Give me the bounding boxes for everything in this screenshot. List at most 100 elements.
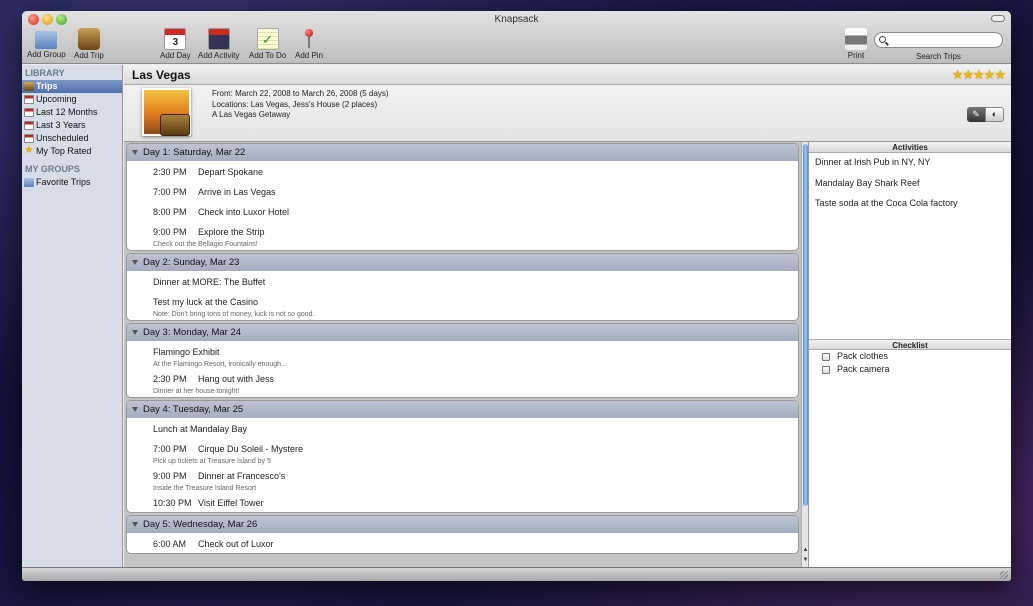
- sidebar-item-my-top-rated[interactable]: ★ My Top Rated: [22, 145, 122, 158]
- checklist-header: Checklist: [809, 339, 1011, 350]
- folder-icon: [35, 31, 58, 49]
- event-note: Inside the Treasure Island Resort: [153, 485, 257, 492]
- activity-item[interactable]: Mandalay Bay Shark Reef: [809, 174, 1011, 195]
- calendar-icon: [24, 134, 34, 143]
- add-group-label: Add Group: [27, 50, 66, 59]
- day-header[interactable]: Day 5: Wednesday, Mar 26: [127, 516, 798, 533]
- add-activity-button[interactable]: Add Activity: [198, 28, 239, 60]
- list-item[interactable]: Flamingo Exhibit At the Flamingo Resort, …: [127, 341, 798, 368]
- calendar-icon: 3: [164, 28, 187, 50]
- print-button[interactable]: Print: [845, 28, 867, 60]
- list-item[interactable]: Lunch at Mandalay Bay: [127, 418, 798, 438]
- sidebar: LIBRARY Trips Upcoming Last 12 Months La…: [22, 65, 123, 567]
- trip-dates: From: March 22, 2008 to March 26, 2008 (…: [212, 89, 389, 98]
- checklist-label: Pack camera: [837, 364, 890, 374]
- side-panel: Activities Dinner at Irish Pub in NY, NY…: [808, 142, 1011, 567]
- calendar-icon: [24, 121, 34, 130]
- event-time: 10:30 PM: [153, 498, 192, 508]
- activity-item[interactable]: Dinner at Irish Pub in NY, NY: [809, 153, 1011, 174]
- activity-calendar-icon: [207, 28, 230, 50]
- event-time: 9:00 PM: [153, 227, 187, 237]
- print-label: Print: [847, 51, 865, 60]
- day-section: Day 2: Sunday, Mar 23 Dinner at MORE: Th…: [126, 253, 799, 321]
- list-item[interactable]: Dinner at MORE: The Buffet: [127, 271, 798, 291]
- checklist-item[interactable]: Pack clothes: [809, 350, 1011, 363]
- disclosure-triangle-icon[interactable]: [132, 330, 138, 335]
- pencil-icon[interactable]: ✎: [967, 107, 985, 122]
- trip-title[interactable]: Las Vegas: [132, 68, 191, 82]
- add-trip-button[interactable]: Add Trip: [74, 28, 104, 60]
- checklist-item[interactable]: Pack camera: [809, 363, 1011, 376]
- list-item[interactable]: 2:30 PM Depart Spokane: [127, 161, 798, 181]
- checkbox[interactable]: [822, 353, 830, 361]
- sidebar-item-last-3-years[interactable]: Last 3 Years: [22, 119, 122, 132]
- sidebar-item-label: My Top Rated: [36, 146, 92, 156]
- day-header-label: Day 5: Wednesday, Mar 26: [143, 519, 258, 530]
- sidebar-item-label: Upcoming: [36, 94, 77, 104]
- list-item[interactable]: 10:30 PM Visit Eiffel Tower: [127, 492, 798, 512]
- list-item[interactable]: 9:00 PM Explore the Strip Check out the Be…: [127, 221, 798, 250]
- list-item[interactable]: 2:30 PM Hang out with Jess Dinner at her h…: [127, 368, 798, 397]
- sidebar-item-upcoming[interactable]: Upcoming: [22, 93, 122, 106]
- rating-stars[interactable]: ★★★★★: [952, 67, 1006, 83]
- sidebar-item-trips[interactable]: Trips: [22, 80, 122, 93]
- suitcase-icon: [77, 28, 100, 50]
- event-name: Check into Luxor Hotel: [198, 207, 290, 217]
- days-list: Day 1: Saturday, Mar 22 2:30 PM Depart Sp…: [124, 142, 801, 567]
- sidebar-item-last-12-months[interactable]: Last 12 Months: [22, 106, 122, 119]
- search-icon: [879, 36, 886, 43]
- suitcase-icon: [24, 82, 34, 91]
- search-input[interactable]: [874, 32, 1003, 48]
- add-todo-button[interactable]: ✓ Add To Do: [249, 28, 286, 60]
- event-time: 2:30 PM: [153, 167, 187, 177]
- disclosure-triangle-icon[interactable]: [132, 150, 138, 155]
- add-day-label: Add Day: [160, 51, 191, 60]
- globe-icon[interactable]: ◐: [985, 107, 1004, 122]
- add-pin-button[interactable]: Add Pin: [295, 28, 323, 60]
- event-name: Check out of Luxor: [198, 539, 274, 549]
- day-header[interactable]: Day 4: Tuesday, Mar 25: [127, 401, 798, 418]
- event-name: Explore the Strip: [198, 227, 265, 237]
- list-item[interactable]: 9:00 PM Dinner at Francesco's Inside the T…: [127, 465, 798, 492]
- list-item[interactable]: 6:00 AM Check out of Luxor: [127, 533, 798, 553]
- event-note: Check out the Bellagio Fountains!: [153, 241, 258, 248]
- list-item[interactable]: 7:00 PM Cirque Du Soleil - Mystere Pick up…: [127, 438, 798, 465]
- sidebar-item-label: Last 3 Years: [36, 120, 86, 130]
- event-name: Test my luck at the Casino: [153, 297, 259, 307]
- day-header[interactable]: Day 2: Sunday, Mar 23: [127, 254, 798, 271]
- day-header[interactable]: Day 3: Monday, Mar 24: [127, 324, 798, 341]
- add-day-button[interactable]: 3 Add Day: [160, 28, 191, 60]
- trip-info: From: March 22, 2008 to March 26, 2008 (…: [124, 85, 1011, 142]
- disclosure-triangle-icon[interactable]: [132, 260, 138, 265]
- list-item[interactable]: Test my luck at the Casino Note: Don't br…: [127, 291, 798, 320]
- resize-grip-icon[interactable]: [1000, 571, 1008, 579]
- day-header-label: Day 3: Monday, Mar 24: [143, 327, 242, 338]
- add-group-button[interactable]: Add Group: [27, 28, 66, 59]
- event-name: Lunch at Mandalay Bay: [153, 424, 248, 434]
- event-time: 9:00 PM: [153, 471, 187, 481]
- disclosure-triangle-icon[interactable]: [132, 522, 138, 527]
- event-time: 2:30 PM: [153, 374, 187, 384]
- event-name: Visit Eiffel Tower: [198, 498, 264, 508]
- sidebar-item-favorite-trips[interactable]: Favorite Trips: [22, 176, 122, 189]
- checklist-list: Pack clothes Pack camera: [809, 350, 1011, 376]
- sidebar-item-unscheduled[interactable]: Unscheduled: [22, 132, 122, 145]
- event-note: At the Flamingo Resort, ironically enoug…: [153, 361, 287, 368]
- toolbar-toggle-button[interactable]: [991, 15, 1005, 22]
- event-name: Flamingo Exhibit: [153, 347, 220, 357]
- trip-description: A Las Vegas Getaway: [212, 110, 291, 119]
- event-note: Pick up tickets at Treasure Island by 5: [153, 458, 271, 465]
- list-item[interactable]: 7:00 PM Arrive in Las Vegas: [127, 181, 798, 201]
- activity-item[interactable]: Taste soda at the Coca Cola factory: [809, 194, 1011, 215]
- main-panel: Las Vegas ★★★★★ From: March 22, 2008 to …: [124, 65, 1011, 567]
- list-item[interactable]: 8:00 PM Check into Luxor Hotel: [127, 201, 798, 221]
- checkbox[interactable]: [822, 366, 830, 374]
- add-pin-label: Add Pin: [295, 51, 324, 60]
- event-name: Arrive in Las Vegas: [198, 187, 276, 197]
- library-header: LIBRARY: [25, 68, 65, 78]
- days-scrollbar[interactable]: ▲ ▼: [801, 142, 808, 567]
- disclosure-triangle-icon[interactable]: [132, 407, 138, 412]
- toolbar: Knapsack Add Group Add Trip 3 Add Day Ad…: [22, 11, 1011, 64]
- event-time: 6:00 AM: [153, 539, 187, 549]
- day-header[interactable]: Day 1: Saturday, Mar 22: [127, 144, 798, 161]
